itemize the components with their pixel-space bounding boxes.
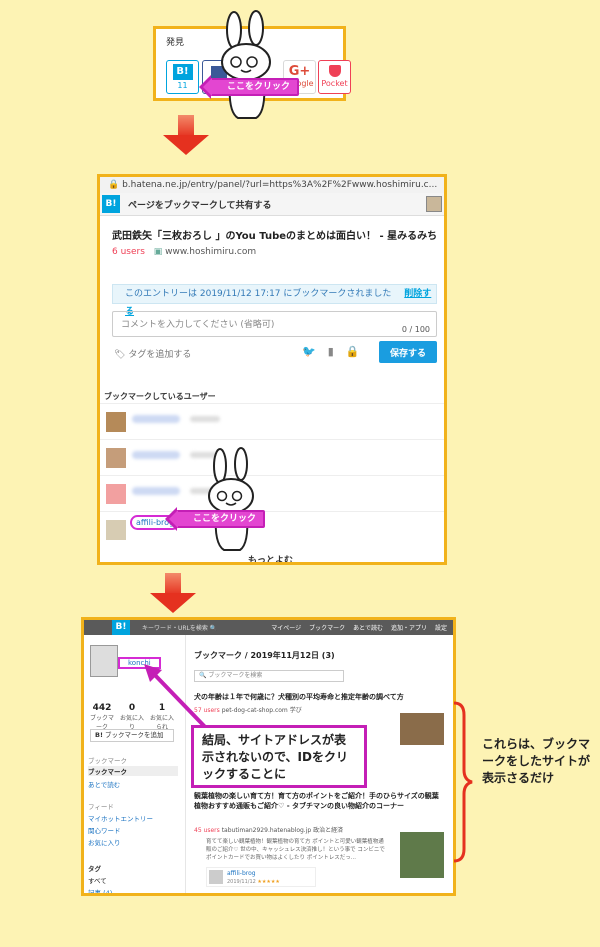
avatar xyxy=(106,412,126,432)
stat-bookmarks[interactable]: 442 ブックマーク xyxy=(90,703,114,731)
top-nav-bar: B! キーワード・URLを検索 🔍 マイページ ブックマーク あとで読む 追加・アプリ… xyxy=(84,620,453,635)
tag-icon: 🏷 xyxy=(114,350,126,360)
pocket-icon xyxy=(328,65,341,77)
url-bar[interactable]: 🔒 b.hatena.ne.jp/entry/panel/?url=https%… xyxy=(100,177,444,193)
click-here-pointer: ここをクリック xyxy=(164,507,266,531)
side-item-all-tags[interactable]: すべて xyxy=(88,875,107,885)
search-placeholder: キーワード・URLを検索 xyxy=(142,625,208,632)
users-count[interactable]: 45 users xyxy=(194,827,220,834)
more-button[interactable]: もっとよむ xyxy=(248,553,293,562)
entry-thumbnail[interactable] xyxy=(400,832,444,878)
hatena-logo-icon[interactable]: B! xyxy=(112,620,130,635)
user-row[interactable] xyxy=(100,403,444,439)
avatar[interactable] xyxy=(90,645,118,677)
panel-header: B! ページをブックマークして共有する xyxy=(100,193,444,216)
bookmark-icon[interactable]: ▮ xyxy=(328,345,346,358)
pocket-label: Pocket xyxy=(321,79,348,88)
bracket-icon xyxy=(453,701,473,863)
entry-domain[interactable]: pet-dog-cat-shop.com xyxy=(222,707,288,714)
bookmark-panel: 🔒 b.hatena.ne.jp/entry/panel/?url=https%… xyxy=(97,174,447,565)
side-item-favorites[interactable]: お気に入り xyxy=(88,837,121,847)
entry-snippet: 育てて楽しい観葉植物！観葉植物の育て方 ポイントと可愛い観葉植物通販のご紹介♡ … xyxy=(206,839,385,861)
users-count[interactable]: 6 users xyxy=(112,247,145,257)
nav-add-app[interactable]: 追加・アプリ xyxy=(391,625,427,632)
url-text: b.hatena.ne.jp/entry/panel/?url=https%3A… xyxy=(122,180,438,190)
avatar xyxy=(106,520,126,540)
entry-thumbnail[interactable] xyxy=(400,713,444,745)
user-row[interactable] xyxy=(100,439,444,475)
keyword-search[interactable]: キーワード・URLを検索 🔍 xyxy=(142,623,217,632)
discover-label: 発見 xyxy=(166,38,185,48)
hatena-count: 11 xyxy=(177,81,188,90)
side-item-bookmark[interactable]: ブックマーク xyxy=(88,766,178,776)
side-item-my-hot[interactable]: マイホットエントリー xyxy=(88,813,153,823)
explanation-callout: 結局、サイトアドレスが表示されないので、IDをクリックすることに xyxy=(191,725,367,788)
entry-domain[interactable]: www.hoshimiru.com xyxy=(165,247,256,257)
side-head-bookmark: ブックマーク xyxy=(88,757,127,765)
rabbit-character-illustration xyxy=(221,10,271,119)
top-nav: マイページ ブックマーク あとで読む 追加・アプリ 設定 xyxy=(263,623,447,632)
comment-date: 2019/11/12 ★★★★★ xyxy=(227,879,280,885)
pocket-button[interactable]: Pocket xyxy=(318,60,351,94)
side-item-tag-article[interactable]: 記事 (4) xyxy=(88,887,112,893)
down-arrow-icon xyxy=(150,573,196,613)
add-tag-label: タグを追加する xyxy=(128,350,192,360)
notice-text: このエントリーは 2019/11/12 17:17 にブックマークされました xyxy=(125,289,392,299)
entry-title[interactable]: 武田鉄矢「三枚おろし 」のYou Tubeのまとめは面白い！ - 星みるみち xyxy=(112,227,437,242)
click-here-pointer: ここをクリック xyxy=(198,75,300,99)
entry-meta: 6 users ▣ www.hoshimiru.com xyxy=(112,247,256,257)
comment-placeholder: コメントを入力してください (省略可) xyxy=(121,320,275,330)
panel-title: ページをブックマークして共有する xyxy=(128,201,272,211)
add-tag-button[interactable]: 🏷 タグを追加する xyxy=(114,347,191,360)
entry-domain[interactable]: tabutiman2929.hatenablog.jp xyxy=(222,827,312,834)
nav-settings[interactable]: 設定 xyxy=(435,625,447,632)
lock-icon[interactable]: 🔒 xyxy=(346,345,372,358)
side-note: これらは、ブックマークをしたサイトが表示さるだけ xyxy=(482,737,591,785)
comment-counter: 0 / 100 xyxy=(401,325,430,334)
nav-mypage[interactable]: マイページ xyxy=(271,625,301,632)
entry-tag[interactable]: 政治と経済 xyxy=(313,827,343,834)
side-head-feed: フィード xyxy=(88,803,114,811)
hatena-logo-icon: B! xyxy=(102,195,120,213)
avatar[interactable] xyxy=(426,196,442,212)
twitter-icon[interactable]: 🐦 xyxy=(302,345,328,358)
side-item-readlater[interactable]: あとで読む xyxy=(88,779,120,789)
users-section-title: ブックマークしているユーザー xyxy=(104,392,216,401)
site-favicon-icon: ▣ xyxy=(153,247,166,257)
side-head-tag: タグ xyxy=(88,865,101,873)
entry-title[interactable]: 犬の年齢は１年で何歳に？犬種別の平均寿命と推定年齢の調べて方 xyxy=(194,692,444,702)
user-row[interactable] xyxy=(100,475,444,511)
entry-tag[interactable]: 学び xyxy=(290,707,302,714)
star-icon[interactable]: ★★★★★ xyxy=(257,879,279,885)
hatena-bookmark-button[interactable]: B! 11 xyxy=(166,60,199,94)
bookmarked-notice: このエントリーは 2019/11/12 17:17 にブックマークされました 削… xyxy=(112,284,437,317)
entry-title[interactable]: 観葉植物の楽しい育て方！育て方のポイントをご紹介！手のひらサイズの観葉植物おすす… xyxy=(194,791,444,821)
share-icons: 🐦▮🔒 xyxy=(302,345,371,358)
search-icon: 🔍 xyxy=(209,625,218,632)
google-plus-icon: G+ xyxy=(288,64,311,79)
hatena-logo-icon: B! xyxy=(172,64,193,80)
lock-icon: 🔒 xyxy=(108,180,123,190)
down-arrow-icon xyxy=(163,115,209,155)
avatar xyxy=(106,484,126,504)
rabbit-character-illustration xyxy=(208,447,254,551)
avatar[interactable] xyxy=(209,870,223,884)
side-item-interest[interactable]: 関心ワード xyxy=(88,825,121,835)
avatar xyxy=(106,448,126,468)
bookmark-comment: affili-brog 2019/11/12 ★★★★★ xyxy=(206,867,316,887)
nav-readlater[interactable]: あとで読む xyxy=(353,625,383,632)
entry-meta: 45 users tabutiman2929.hatenablog.jp 政治と… xyxy=(194,825,343,834)
save-button[interactable]: 保存する xyxy=(379,341,437,363)
comment-user[interactable]: affili-brog xyxy=(227,870,256,877)
nav-bookmark[interactable]: ブックマーク xyxy=(309,625,345,632)
comment-input[interactable]: コメントを入力してください (省略可) 0 / 100 xyxy=(112,311,437,337)
